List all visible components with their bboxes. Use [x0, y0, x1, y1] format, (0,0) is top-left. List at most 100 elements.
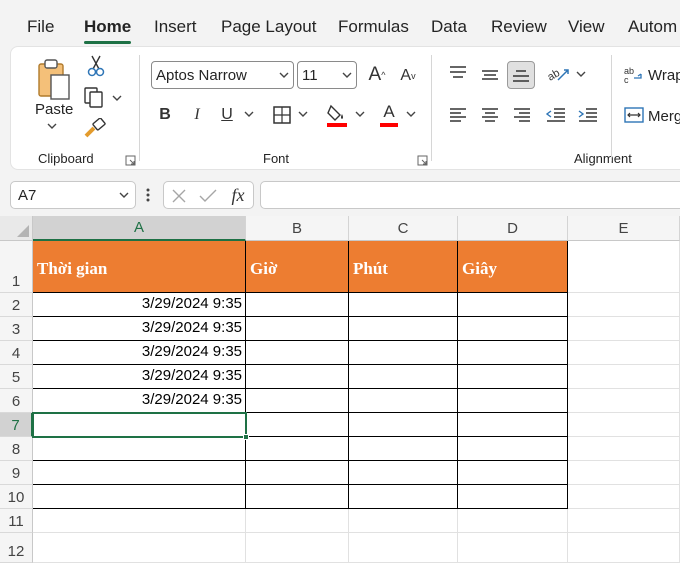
cell-d5[interactable] [458, 365, 568, 389]
cell-c10[interactable] [349, 485, 458, 509]
cell-a5[interactable]: 3/29/2024 9:35 [33, 365, 246, 389]
cell-c2[interactable] [349, 293, 458, 317]
enter-icon[interactable] [198, 187, 218, 205]
copy-chevron-icon[interactable] [111, 93, 123, 103]
cell-b1[interactable]: Giờ [246, 241, 349, 293]
column-header-e[interactable]: E [568, 216, 680, 241]
orientation-chevron-icon[interactable] [575, 69, 587, 79]
tab-review[interactable]: Review [491, 17, 547, 37]
cell-b10[interactable] [246, 485, 349, 509]
cell-c9[interactable] [349, 461, 458, 485]
cell-b3[interactable] [246, 317, 349, 341]
font-size-combo[interactable]: 11 [297, 61, 357, 89]
cell-e7[interactable] [568, 413, 680, 437]
borders-chevron-icon[interactable] [297, 109, 309, 119]
cell-e6[interactable] [568, 389, 680, 413]
cell-b12[interactable] [246, 533, 349, 563]
cell-c4[interactable] [349, 341, 458, 365]
font-color-chevron-icon[interactable] [405, 109, 417, 119]
row-header-3[interactable]: 3 [0, 317, 33, 341]
cell-a2[interactable]: 3/29/2024 9:35 [33, 293, 246, 317]
select-all-corner[interactable] [0, 216, 33, 241]
cell-b6[interactable] [246, 389, 349, 413]
cell-a10[interactable] [33, 485, 246, 509]
cell-a9[interactable] [33, 461, 246, 485]
align-right-icon[interactable] [511, 105, 533, 125]
cell-e5[interactable] [568, 365, 680, 389]
align-left-icon[interactable] [447, 105, 469, 125]
grow-font-button[interactable]: A ^ [365, 62, 389, 88]
tab-home[interactable]: Home [84, 17, 131, 37]
cell-d8[interactable] [458, 437, 568, 461]
align-center-icon[interactable] [479, 105, 501, 125]
row-header-8[interactable]: 8 [0, 437, 33, 461]
tab-insert[interactable]: Insert [154, 17, 197, 37]
column-header-d[interactable]: D [458, 216, 568, 241]
tab-file[interactable]: File [27, 17, 54, 37]
more-options-icon[interactable] [143, 186, 153, 204]
cell-c8[interactable] [349, 437, 458, 461]
format-painter-icon[interactable] [83, 117, 107, 139]
cell-c7[interactable] [349, 413, 458, 437]
tab-page-layout[interactable]: Page Layout [221, 17, 316, 37]
orientation-icon[interactable]: ab [545, 63, 573, 85]
paste-chevron-icon[interactable] [45, 121, 59, 131]
cell-b11[interactable] [246, 509, 349, 533]
formula-input[interactable] [260, 181, 680, 209]
cell-c1[interactable]: Phút [349, 241, 458, 293]
cell-d6[interactable] [458, 389, 568, 413]
increase-indent-icon[interactable] [577, 105, 599, 125]
tab-view[interactable]: View [568, 17, 605, 37]
fill-color-chevron-icon[interactable] [354, 109, 366, 119]
paste-icon[interactable] [33, 55, 73, 105]
cell-e12[interactable] [568, 533, 680, 563]
fill-handle[interactable] [243, 434, 249, 440]
decrease-indent-icon[interactable] [545, 105, 567, 125]
italic-button[interactable]: I [187, 103, 207, 127]
merge-center-label[interactable]: Merg [648, 108, 680, 125]
underline-chevron-icon[interactable] [243, 109, 255, 119]
cell-a1[interactable]: Thời gian [33, 241, 246, 293]
copy-icon[interactable] [83, 87, 105, 109]
cell-c12[interactable] [349, 533, 458, 563]
cell-d12[interactable] [458, 533, 568, 563]
cell-e4[interactable] [568, 341, 680, 365]
row-header-11[interactable]: 11 [0, 509, 33, 533]
cell-a11[interactable] [33, 509, 246, 533]
cell-e8[interactable] [568, 437, 680, 461]
tab-automate[interactable]: Autom [628, 17, 677, 37]
cell-a8[interactable] [33, 437, 246, 461]
cell-d10[interactable] [458, 485, 568, 509]
name-box[interactable]: A7 [10, 181, 136, 209]
cell-d9[interactable] [458, 461, 568, 485]
row-header-1[interactable]: 1 [0, 241, 33, 293]
underline-button[interactable]: U [217, 103, 237, 127]
font-launcher-icon[interactable] [417, 153, 428, 166]
bold-button[interactable]: B [155, 103, 175, 127]
cell-b9[interactable] [246, 461, 349, 485]
cell-d1[interactable]: Giây [458, 241, 568, 293]
merge-center-icon[interactable] [623, 105, 645, 125]
cell-d3[interactable] [458, 317, 568, 341]
cell-c6[interactable] [349, 389, 458, 413]
shrink-font-button[interactable]: Av [397, 64, 419, 88]
cell-c11[interactable] [349, 509, 458, 533]
font-name-combo[interactable]: Aptos Narrow [151, 61, 294, 89]
row-header-5[interactable]: 5 [0, 365, 33, 389]
row-header-4[interactable]: 4 [0, 341, 33, 365]
cell-e1[interactable] [568, 241, 680, 293]
row-header-2[interactable]: 2 [0, 293, 33, 317]
insert-function-button[interactable]: fx [227, 184, 249, 206]
cell-a4[interactable]: 3/29/2024 9:35 [33, 341, 246, 365]
row-header-6[interactable]: 6 [0, 389, 33, 413]
cell-e10[interactable] [568, 485, 680, 509]
cell-d11[interactable] [458, 509, 568, 533]
column-header-c[interactable]: C [349, 216, 458, 241]
row-header-10[interactable]: 10 [0, 485, 33, 509]
cell-a6[interactable]: 3/29/2024 9:35 [33, 389, 246, 413]
cell-d7[interactable] [458, 413, 568, 437]
cell-b5[interactable] [246, 365, 349, 389]
worksheet-grid[interactable]: A B C D E 1 2 3 4 5 6 7 8 9 10 11 12 Thờ… [0, 216, 680, 563]
column-header-a[interactable]: A [33, 216, 246, 241]
wrap-text-icon[interactable]: ab c [623, 65, 645, 85]
